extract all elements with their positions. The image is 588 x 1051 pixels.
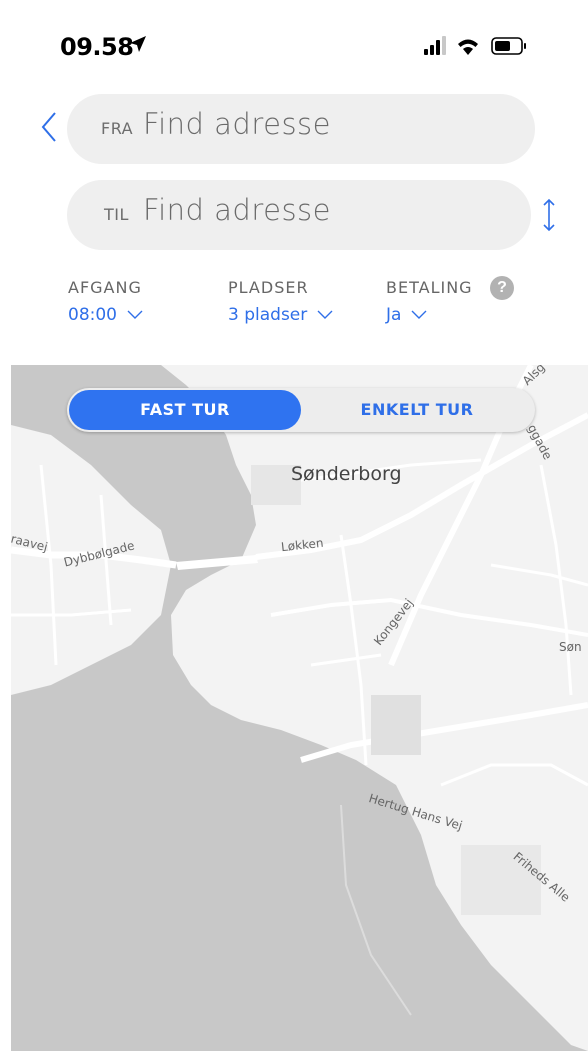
from-address-field[interactable]: FRA Find adresse: [67, 94, 535, 164]
payment-label: BETALING: [386, 278, 473, 297]
fast-tur-tab[interactable]: FAST TUR: [69, 390, 301, 430]
seats-label: PLADSER: [228, 278, 309, 297]
status-icons: [424, 36, 526, 55]
chevron-down-icon: [127, 310, 143, 319]
departure-select[interactable]: 08:00: [68, 305, 143, 325]
chevron-left-icon[interactable]: [38, 110, 60, 144]
chevron-down-icon: [317, 310, 333, 319]
departure-value: 08:00: [68, 305, 117, 325]
location-arrow-icon: [130, 36, 146, 52]
swap-vertical-icon[interactable]: [542, 198, 556, 232]
to-address-placeholder: Find adresse: [143, 193, 332, 227]
from-prefix-label: FRA: [101, 119, 134, 138]
question-circle-icon[interactable]: ?: [490, 276, 514, 300]
status-bar: 09.58: [0, 0, 588, 80]
to-address-field[interactable]: TIL Find adresse: [67, 180, 531, 250]
wifi-icon: [458, 39, 478, 55]
trip-type-segmented-control: FAST TUR ENKELT TUR: [67, 388, 535, 432]
seats-value: 3 pladser: [228, 305, 308, 325]
chevron-down-icon: [411, 310, 427, 319]
enkelt-tur-tab[interactable]: ENKELT TUR: [301, 390, 533, 430]
battery-icon: [491, 37, 526, 55]
payment-value: Ja: [386, 305, 402, 325]
from-address-placeholder: Find adresse: [143, 107, 332, 141]
map-label-son: Søn: [559, 640, 582, 654]
signal-icon: [424, 36, 446, 55]
payment-select[interactable]: Ja: [386, 305, 427, 325]
park-block: [371, 695, 421, 755]
to-prefix-label: TIL: [104, 205, 129, 224]
map-label-city: Sønderborg: [291, 463, 402, 485]
building-block: [461, 845, 541, 915]
status-time: 09.58: [60, 33, 134, 61]
departure-label: AFGANG: [68, 278, 142, 297]
seats-select[interactable]: 3 pladser: [228, 305, 333, 325]
map-view[interactable]: Sønderborg Dybbølgade Løkken Kongevej He…: [11, 365, 588, 1051]
